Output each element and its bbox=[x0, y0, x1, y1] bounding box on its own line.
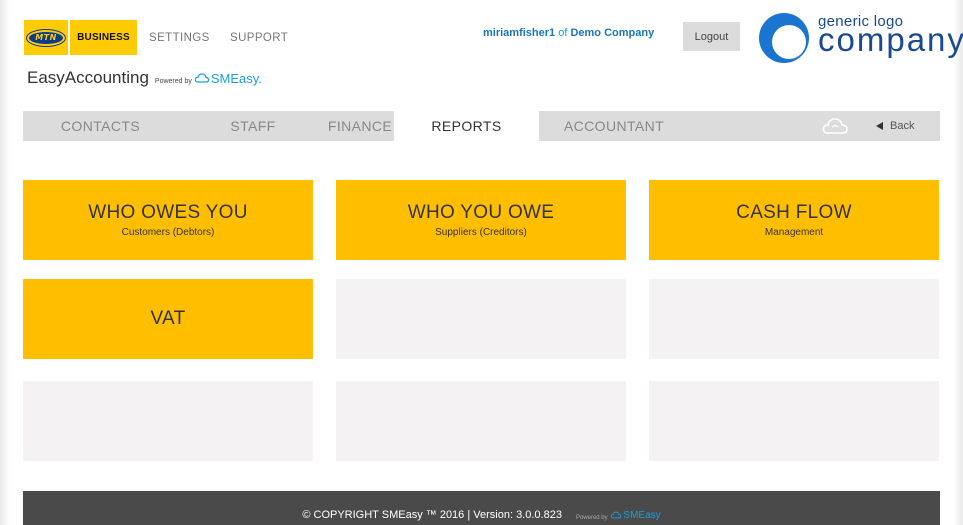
smeasy-label: SMEasy. bbox=[210, 70, 262, 86]
footer-smeasy-label: SMEasy bbox=[623, 510, 661, 521]
app-window: MTN BUSINESS SETTINGS SUPPORT EasyAccoun… bbox=[0, 0, 963, 525]
footer-powered-by: Powered by bbox=[575, 515, 608, 521]
support-link[interactable]: SUPPORT bbox=[230, 32, 288, 44]
tile-title: WHO OWES YOU bbox=[88, 202, 248, 223]
logout-button[interactable]: Logout bbox=[683, 22, 740, 51]
tile-subtitle: Suppliers (Creditors) bbox=[435, 227, 527, 238]
tile-subtitle: Management bbox=[764, 227, 824, 238]
brand-name: EasyAccounting bbox=[27, 68, 149, 87]
cloud-sync-icon[interactable] bbox=[822, 116, 848, 136]
tile-who-you-owe[interactable]: WHO YOU OWE Suppliers (Creditors) bbox=[336, 180, 626, 260]
tab-accountant[interactable]: ACCOUNTANT bbox=[539, 111, 689, 141]
tile-empty bbox=[336, 381, 626, 461]
logo-big-text: company bbox=[818, 21, 963, 58]
tile-cash-flow[interactable]: CASH FLOW Management bbox=[649, 180, 939, 260]
footer: © COPYRIGHT SMEasy ™ 2016 | Version: 3.0… bbox=[23, 491, 940, 525]
mtn-logo-text: MTN bbox=[27, 29, 65, 46]
powered-by-label: Powered by bbox=[154, 78, 192, 85]
copyright-text: © COPYRIGHT SMEasy ™ 2016 | Version: 3.0… bbox=[302, 509, 562, 521]
page-shadow-right bbox=[953, 0, 963, 525]
username: miriamfisher1 bbox=[483, 27, 556, 39]
business-tab[interactable]: BUSINESS bbox=[70, 20, 137, 55]
settings-link[interactable]: SETTINGS bbox=[149, 32, 210, 44]
tile-empty bbox=[23, 381, 313, 461]
tile-title: CASH FLOW bbox=[736, 202, 852, 223]
page-shadow-left bbox=[0, 0, 10, 525]
smeasy-logo: SMEasy. bbox=[194, 70, 262, 86]
tile-subtitle: Customers (Debtors) bbox=[121, 227, 215, 238]
tile-vat[interactable]: VAT bbox=[23, 279, 313, 359]
back-label: Back bbox=[890, 120, 915, 132]
company-logo: generic logo company bbox=[758, 10, 963, 66]
tile-title: VAT bbox=[150, 308, 186, 329]
cloud-icon bbox=[194, 73, 209, 83]
footer-smeasy-logo: SMEasy bbox=[610, 510, 661, 521]
tile-empty bbox=[649, 279, 939, 359]
logo-ring-icon bbox=[759, 13, 809, 63]
tile-title: WHO YOU OWE bbox=[407, 202, 555, 223]
tile-empty bbox=[336, 279, 626, 359]
mtn-logo[interactable]: MTN bbox=[24, 20, 68, 55]
tile-empty bbox=[649, 381, 939, 461]
back-button[interactable]: Back bbox=[876, 111, 914, 141]
of-label: of bbox=[558, 27, 568, 39]
tile-who-owes-you[interactable]: WHO OWES YOU Customers (Debtors) bbox=[23, 180, 313, 260]
main-nav: CONTACTS STAFF FINANCE REPORTS ACCOUNTAN… bbox=[23, 111, 940, 141]
tab-contacts[interactable]: CONTACTS bbox=[23, 111, 178, 141]
brand: EasyAccounting Powered by SMEasy. bbox=[27, 68, 262, 88]
company-name: Demo Company bbox=[570, 27, 655, 39]
user-info: miriamfisher1 of Demo Company bbox=[483, 27, 654, 39]
footer-cloud-icon bbox=[610, 511, 621, 519]
back-arrow-icon bbox=[876, 122, 883, 130]
tab-reports[interactable]: REPORTS bbox=[394, 111, 539, 141]
